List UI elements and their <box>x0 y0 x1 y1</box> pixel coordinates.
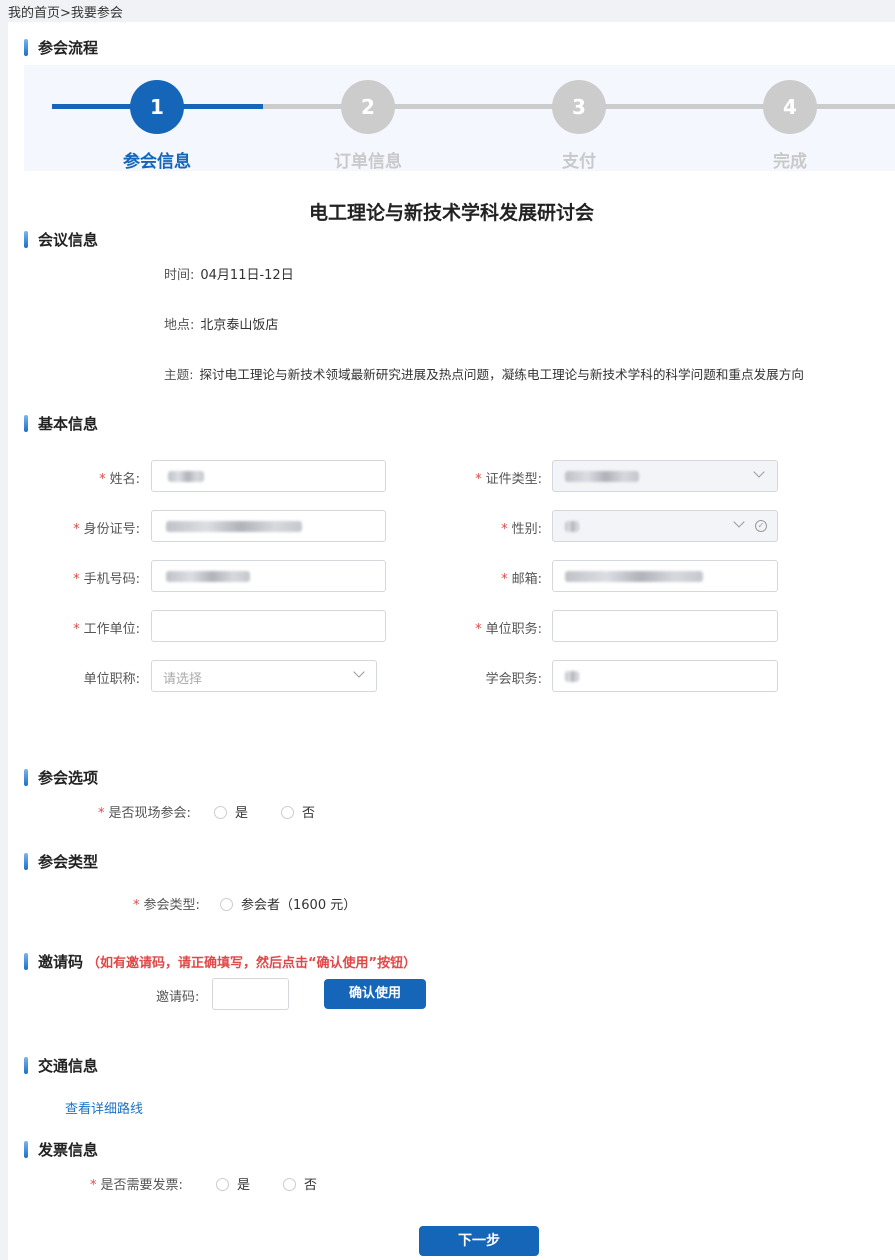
breadcrumb: 我的首页>我要参会 <box>8 6 123 21</box>
onsite-yes-radio[interactable]: 是 <box>214 802 248 821</box>
onsite-label: * 是否现场参会: <box>98 806 191 821</box>
id-number-label: * 身份证号: <box>73 522 140 537</box>
phone-label: * 手机号码: <box>73 572 140 587</box>
invoice-yes-radio[interactable]: 是 <box>216 1174 250 1193</box>
step-4-label: 完成 <box>773 152 807 172</box>
confirm-invite-button[interactable]: 确认使用 <box>324 979 426 1009</box>
invoice-label: * 是否需要发票: <box>90 1178 183 1193</box>
section-title-flow: 参会流程 <box>24 38 98 58</box>
invite-label: 邀请码: <box>156 990 200 1005</box>
meeting-time: 时间: 04月11日-12日 <box>164 264 294 283</box>
step-3-circle: 3 <box>552 80 606 134</box>
company-label: * 工作单位: <box>73 622 140 637</box>
id-number-field[interactable] <box>151 510 386 542</box>
meeting-topic-value: 探讨电工理论与新技术领域最新研究进展及热点问题，凝练电工理论与新技术学科的科学问… <box>199 367 804 382</box>
step-1-label: 参会信息 <box>123 152 191 172</box>
main-panel: 参会流程 1 2 3 4 参会信息 订单信息 支付 完成 电工理论与新技术学科发… <box>8 22 895 1260</box>
invite-code-field[interactable] <box>212 978 289 1010</box>
meeting-time-value: 04月11日-12日 <box>200 268 294 283</box>
chevron-down-icon <box>753 466 765 478</box>
name-field[interactable] <box>151 460 386 492</box>
chevron-down-icon <box>353 666 365 678</box>
section-title-type: 参会类型 <box>24 852 98 872</box>
gender-label: * 性别: <box>501 522 542 537</box>
meeting-place: 地点: 北京泰山饭店 <box>164 314 278 333</box>
step-2-circle: 2 <box>341 80 395 134</box>
email-label: * 邮箱: <box>501 572 542 587</box>
section-title-meeting: 会议信息 <box>24 230 98 250</box>
gender-select[interactable]: ✓ <box>552 510 778 542</box>
section-title-traffic: 交通信息 <box>24 1056 98 1076</box>
section-title-invite: 邀请码 （如有邀请码，请正确填写，然后点击“确认使用”按钮） <box>24 952 416 974</box>
title-placeholder: 请选择 <box>163 672 203 687</box>
type-label: * 参会类型: <box>133 898 200 913</box>
meeting-place-label: 地点: <box>164 318 195 333</box>
society-label: 学会职务: <box>485 672 542 687</box>
onsite-no-radio[interactable]: 否 <box>281 802 315 821</box>
progress-steps: 1 2 3 4 参会信息 订单信息 支付 完成 <box>24 65 895 172</box>
section-title-options: 参会选项 <box>24 768 98 788</box>
meeting-topic-label: 主题: <box>164 367 194 382</box>
step-3-label: 支付 <box>562 152 596 172</box>
phone-field[interactable] <box>151 560 386 592</box>
check-circle-icon: ✓ <box>755 520 767 532</box>
chevron-down-icon <box>733 516 745 528</box>
meeting-place-value: 北京泰山饭店 <box>200 318 279 333</box>
invite-hint: （如有邀请码，请正确填写，然后点击“确认使用”按钮） <box>87 956 417 971</box>
title-select[interactable]: 请选择 <box>151 660 377 692</box>
society-position-field[interactable] <box>552 660 778 692</box>
meeting-topic: 主题: 探讨电工理论与新技术领域最新研究进展及热点问题，凝练电工理论与新技术学科的… <box>164 364 889 383</box>
company-field[interactable] <box>151 610 386 642</box>
step-1-circle: 1 <box>130 80 184 134</box>
route-details-link[interactable]: 查看详细路线 <box>65 1098 143 1117</box>
id-type-select[interactable] <box>552 460 778 492</box>
email-field[interactable] <box>552 560 778 592</box>
id-type-label: * 证件类型: <box>475 472 542 487</box>
position-field[interactable] <box>552 610 778 642</box>
invoice-no-radio[interactable]: 否 <box>283 1174 317 1193</box>
next-step-button[interactable]: 下一步 <box>419 1226 539 1256</box>
section-title-invoice: 发票信息 <box>24 1140 98 1160</box>
step-2-label: 订单信息 <box>334 152 402 172</box>
name-label: * 姓名: <box>99 472 140 487</box>
title-label: 单位职称: <box>83 672 140 687</box>
section-title-basic: 基本信息 <box>24 414 98 434</box>
conference-title: 电工理论与新技术学科发展研讨会 <box>308 202 594 224</box>
step-4-circle: 4 <box>763 80 817 134</box>
position-label: * 单位职务: <box>475 622 542 637</box>
meeting-time-label: 时间: <box>164 268 195 283</box>
attendee-radio[interactable]: 参会者（1600 元） <box>220 894 356 913</box>
